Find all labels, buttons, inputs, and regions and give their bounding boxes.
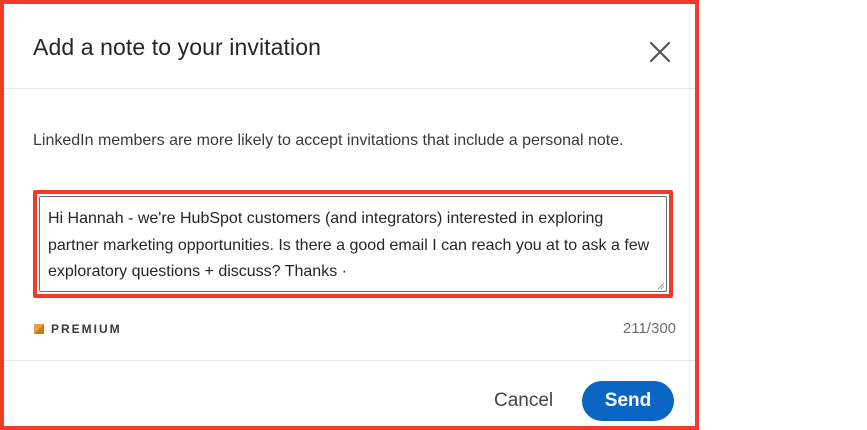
close-icon (649, 41, 671, 63)
dialog-footer: Cancel Send (4, 360, 695, 427)
note-textarea[interactable]: Hi Hannah - we're HubSpot customers (and… (39, 196, 667, 292)
character-counter: 211/300 (622, 320, 676, 337)
send-button[interactable]: Send (582, 381, 674, 421)
invitation-note-dialog: Add a note to your invitation LinkedIn m… (0, 0, 699, 430)
premium-badge-icon (34, 324, 44, 334)
cancel-button[interactable]: Cancel (482, 381, 565, 421)
note-text[interactable]: Hi Hannah - we're HubSpot customers (and… (48, 206, 658, 286)
premium-badge: PREMIUM (34, 322, 122, 336)
dialog-description: LinkedIn members are more likely to acce… (33, 132, 624, 149)
dialog-header: Add a note to your invitation (4, 4, 695, 89)
premium-label: PREMIUM (51, 322, 122, 336)
close-button[interactable] (644, 36, 676, 68)
note-textarea-highlight: Hi Hannah - we're HubSpot customers (and… (33, 190, 673, 298)
resize-handle-icon[interactable] (657, 282, 665, 290)
dialog-title: Add a note to your invitation (33, 34, 322, 60)
